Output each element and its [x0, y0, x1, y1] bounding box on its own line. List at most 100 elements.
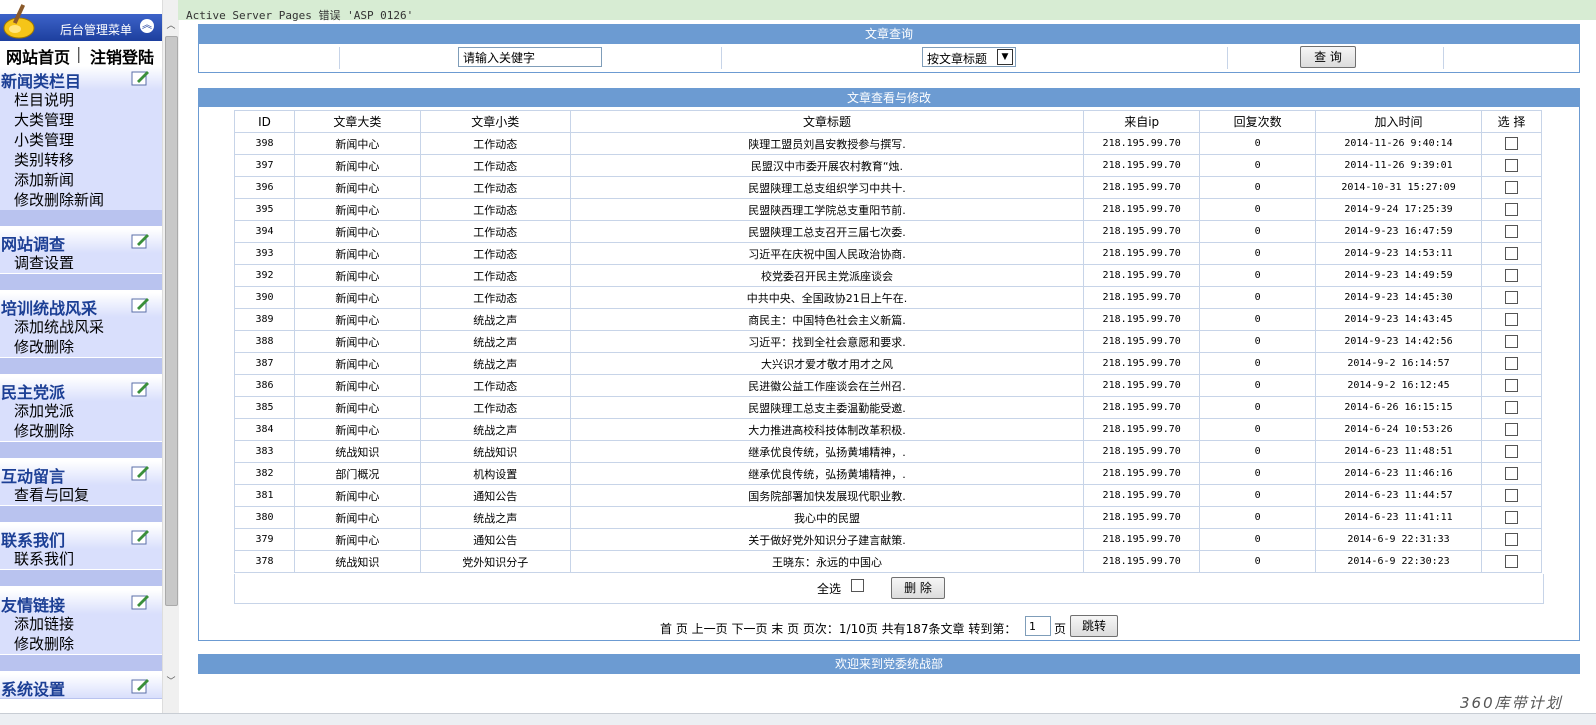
cell-subcategory: 工作动态 [419, 242, 571, 265]
section-messages-header[interactable]: 互动留言 [0, 461, 162, 486]
table-row: 396 新闻中心 工作动态 民盟陕理工总支组织学习中共十. 218.195.99.70 0… [234, 176, 1543, 199]
section-parties-header[interactable]: 民主党派 [0, 377, 162, 402]
cell-category: 新闻中心 [293, 528, 421, 551]
cell-category: 新闻中心 [293, 484, 421, 507]
cell-title[interactable]: 我心中的民盟 [569, 506, 1085, 529]
row-checkbox[interactable] [1504, 423, 1518, 437]
row-checkbox[interactable] [1504, 555, 1518, 569]
page-number-input[interactable] [1025, 616, 1051, 636]
section-system-header[interactable]: 系统设置 [0, 674, 162, 699]
row-checkbox[interactable] [1504, 445, 1518, 459]
cell-title[interactable]: 习近平在庆祝中国人民政治协商. [569, 242, 1085, 265]
menu-item-subcategory-manage[interactable]: 小类管理 [0, 130, 162, 150]
cell-title[interactable]: 关于做好党外知识分子建言献策. [569, 528, 1085, 551]
row-checkbox[interactable] [1504, 357, 1518, 371]
menu-item-edit-delete-party[interactable]: 修改删除 [0, 421, 162, 441]
cell-title[interactable]: 民盟陕西理工学院总支重阳节前. [569, 198, 1085, 221]
collapse-icon[interactable]: ︽ [140, 19, 154, 33]
logout-link[interactable]: 注销登陆 [90, 44, 154, 68]
cell-title[interactable]: 民盟陕理工总支主委温勤能受邀. [569, 396, 1085, 419]
cell-title[interactable]: 陕理工盟员刘昌安教授参与撰写. [569, 132, 1085, 155]
cell-title[interactable]: 大兴识才爱才敬才用才之风 [569, 352, 1085, 375]
search-panel-header: 文章查询 [198, 24, 1580, 44]
menu-item-column-desc[interactable]: 栏目说明 [0, 90, 162, 110]
cell-ip: 218.195.99.70 [1083, 264, 1201, 287]
row-checkbox[interactable] [1504, 291, 1518, 305]
section-news-header[interactable]: 新闻类栏目 [0, 66, 162, 91]
home-link[interactable]: 网站首页 [6, 44, 70, 68]
sidebar-scrollbar[interactable]: ︿ ﹀ [162, 0, 179, 713]
menu-item-category-transfer[interactable]: 类别转移 [0, 150, 162, 170]
section-gap [0, 655, 162, 671]
cell-title[interactable]: 校党委召开民主党派座谈会 [569, 264, 1085, 287]
section-contact-header[interactable]: 联系我们 [0, 525, 162, 550]
table-row: 394 新闻中心 工作动态 民盟陕理工总支召开三届七次委. 218.195.99.70 0… [234, 220, 1543, 243]
menu-item-add-party[interactable]: 添加党派 [0, 401, 162, 421]
col-id: ID [234, 110, 295, 133]
row-checkbox[interactable] [1504, 335, 1518, 349]
row-checkbox[interactable] [1504, 511, 1518, 525]
cell-title[interactable]: 民盟陕理工总支召开三届七次委. [569, 220, 1085, 243]
cell-title[interactable]: 国务院部署加快发展现代职业教. [569, 484, 1085, 507]
menu-item-view-reply[interactable]: 查看与回复 [0, 485, 162, 505]
cell-title[interactable]: 中共中央、全国政协21日上午在. [569, 286, 1085, 309]
search-button[interactable]: 查 询 [1300, 46, 1356, 68]
edit-icon [131, 298, 149, 313]
section-title: 联系我们 [1, 531, 66, 550]
jump-button[interactable]: 跳转 [1070, 615, 1118, 637]
row-checkbox[interactable] [1504, 533, 1518, 547]
section-gap [0, 358, 162, 374]
menu-item-edit-delete-style[interactable]: 修改删除 [0, 337, 162, 357]
cell-title[interactable]: 民进徽公益工作座谈会在兰州召. [569, 374, 1085, 397]
scroll-up-icon[interactable]: ︿ [163, 18, 179, 34]
row-checkbox[interactable] [1504, 489, 1518, 503]
row-checkbox[interactable] [1504, 379, 1518, 393]
cell-replies: 0 [1199, 132, 1317, 155]
row-checkbox[interactable] [1504, 159, 1518, 173]
menu-item-add-news[interactable]: 添加新闻 [0, 170, 162, 190]
row-checkbox[interactable] [1504, 181, 1518, 195]
cell-id: 389 [234, 308, 295, 331]
cell-select [1480, 418, 1543, 441]
section-links-header[interactable]: 友情链接 [0, 590, 162, 615]
cell-divider [1227, 47, 1228, 69]
cell-title[interactable]: 继承优良传统，弘扬黄埔精神，. [569, 462, 1085, 485]
menu-item-edit-delete-news[interactable]: 修改删除新闻 [0, 190, 162, 210]
row-checkbox[interactable] [1504, 467, 1518, 481]
cell-title[interactable]: 民盟汉中市委开展农村教育“烛. [569, 154, 1085, 177]
cell-select [1480, 132, 1543, 155]
menu-item-add-style[interactable]: 添加统战风采 [0, 317, 162, 337]
section-training-header[interactable]: 培训统战风采 [0, 293, 162, 318]
section-survey-header[interactable]: 网站调查 [0, 229, 162, 254]
select-all-checkbox[interactable] [851, 579, 864, 592]
section-title: 友情链接 [1, 596, 66, 615]
menu-item-survey-settings[interactable]: 调查设置 [0, 253, 162, 273]
cell-replies: 0 [1199, 198, 1317, 221]
cell-title[interactable]: 王晓东：永远的中国心 [569, 550, 1085, 573]
scroll-down-icon[interactable]: ﹀ [163, 674, 179, 690]
keyword-input[interactable] [458, 47, 602, 67]
cell-title[interactable]: 商民主：中国特色社会主义新篇. [569, 308, 1085, 331]
row-checkbox[interactable] [1504, 401, 1518, 415]
delete-button[interactable]: 删 除 [891, 577, 945, 599]
cell-title[interactable]: 继承优良传统，弘扬黄埔精神，. [569, 440, 1085, 463]
row-checkbox[interactable] [1504, 137, 1518, 151]
row-checkbox[interactable] [1504, 247, 1518, 261]
cell-category: 部门概况 [293, 462, 421, 485]
menu-item-contact-us[interactable]: 联系我们 [0, 549, 162, 569]
menu-item-category-manage[interactable]: 大类管理 [0, 110, 162, 130]
row-checkbox[interactable] [1504, 203, 1518, 217]
cell-title[interactable]: 大力推进高校科技体制改革积极. [569, 418, 1085, 441]
row-checkbox[interactable] [1504, 269, 1518, 283]
cell-title[interactable]: 民盟陕理工总支组织学习中共十. [569, 176, 1085, 199]
row-checkbox[interactable] [1504, 313, 1518, 327]
scrollbar-thumb[interactable] [165, 36, 178, 606]
menu-item-edit-delete-link[interactable]: 修改删除 [0, 634, 162, 654]
cell-added-time: 2014-6-23 11:48:51 [1315, 440, 1482, 463]
row-checkbox[interactable] [1504, 225, 1518, 239]
cell-title[interactable]: 习近平：找到全社会意愿和要求. [569, 330, 1085, 353]
menu-item-add-link[interactable]: 添加链接 [0, 614, 162, 634]
cell-ip: 218.195.99.70 [1083, 176, 1201, 199]
search-type-select[interactable]: 按文章标题 ▼ [922, 47, 1016, 67]
table-row: 382 部门概况 机构设置 继承优良传统，弘扬黄埔精神，. 218.195.99.70 0… [234, 462, 1543, 485]
